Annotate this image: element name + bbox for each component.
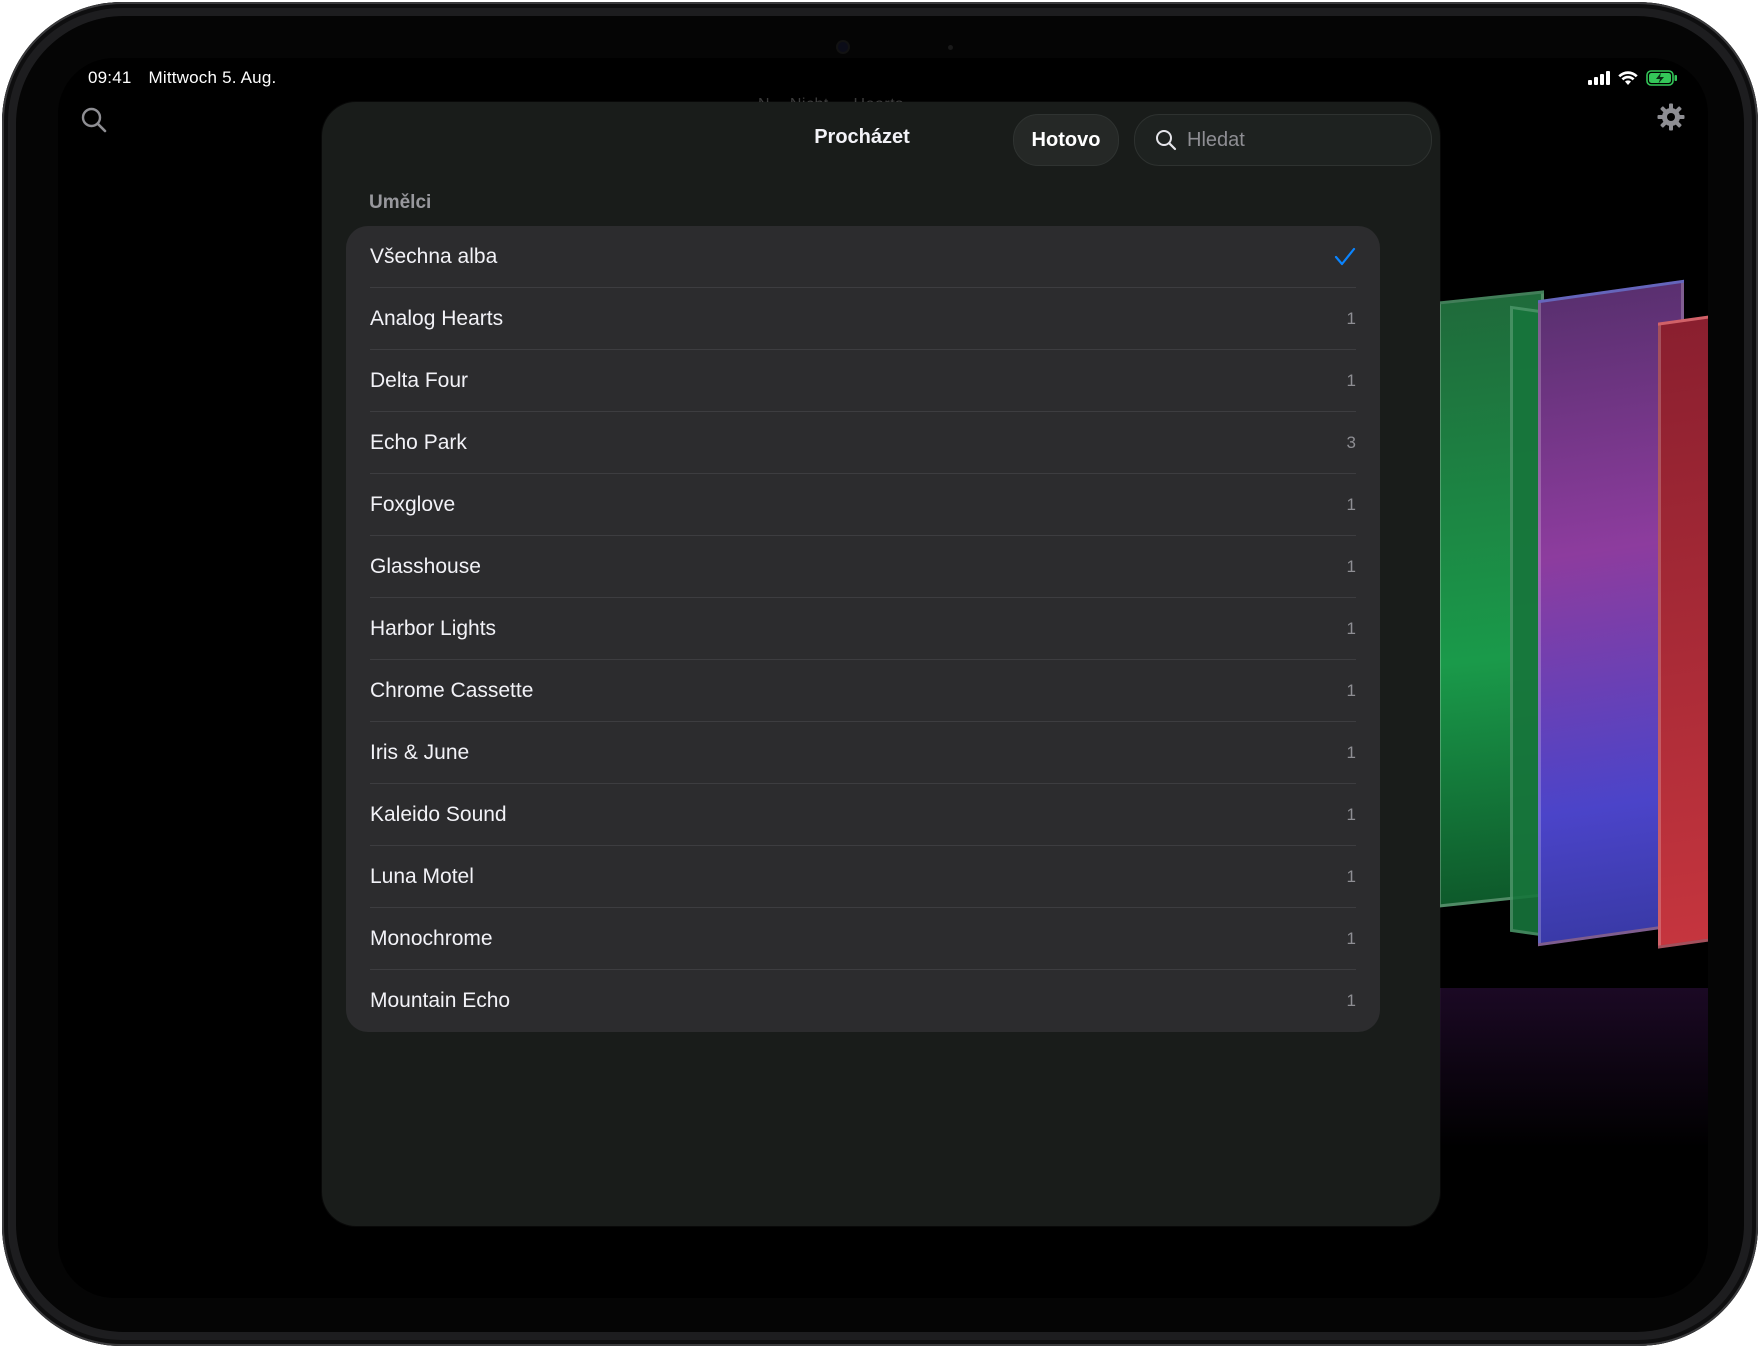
battery-charging-icon (1646, 70, 1677, 86)
album-cover-red (1658, 313, 1708, 949)
album-count: 1 (1346, 805, 1356, 824)
list-item[interactable]: Mountain Echo 1 (346, 970, 1380, 1032)
list-item[interactable]: Delta Four 1 (346, 350, 1380, 412)
artist-name: Monochrome (370, 927, 493, 950)
artist-name: Mountain Echo (370, 989, 511, 1012)
ipad-frame: 09:41 Mittwoch 5. Aug. Procházet Hotovo … (2, 2, 1758, 1346)
list-item[interactable]: Glasshouse 1 (346, 536, 1380, 598)
list-item[interactable]: Kaleido Sound 1 (346, 784, 1380, 846)
wifi-icon (1618, 70, 1638, 85)
artist-name: Luna Motel (370, 865, 474, 888)
list-item-all-albums[interactable]: Všechna alba (346, 226, 1380, 288)
magnifier-icon (1155, 129, 1177, 151)
artist-name: Kaleido Sound (370, 803, 507, 826)
checkmark-icon (1334, 247, 1356, 267)
cellular-signal-icon (1588, 71, 1610, 85)
album-count: 1 (1346, 309, 1356, 328)
list-item[interactable]: Chrome Cassette 1 (346, 660, 1380, 722)
search-input[interactable] (1185, 127, 1409, 153)
album-count: 1 (1346, 681, 1356, 700)
sensor (948, 45, 953, 50)
album-count: 1 (1346, 371, 1356, 390)
list-item[interactable]: Foxglove 1 (346, 474, 1380, 536)
artist-name: Analog Hearts (370, 307, 504, 330)
album-count: 1 (1346, 743, 1356, 762)
artist-list: Všechna alba Analog Hearts 1 Delta Four 1 Ech… (346, 226, 1380, 1032)
list-item[interactable]: Harbor Lights 1 (346, 598, 1380, 660)
list-item[interactable]: Luna Motel 1 (346, 846, 1380, 908)
list-item[interactable]: Analog Hearts 1 (346, 288, 1380, 350)
album-count: 1 (1346, 929, 1356, 948)
sheet-title: Procházet (814, 126, 910, 148)
list-item[interactable]: Monochrome 1 (346, 908, 1380, 970)
list-item[interactable]: Echo Park 3 (346, 412, 1380, 474)
done-button[interactable]: Hotovo (1013, 114, 1119, 166)
artist-name: Chrome Cassette (370, 679, 534, 702)
status-date: Mittwoch 5. Aug. (148, 68, 277, 87)
browse-sheet: Procházet Hotovo Umělci Všechna alba Anal… (322, 102, 1440, 1226)
album-count: 1 (1346, 557, 1356, 576)
artist-name: Glasshouse (370, 555, 481, 578)
list-item[interactable]: Iris & June 1 (346, 722, 1380, 784)
album-count: 3 (1346, 433, 1356, 452)
artist-name: Iris & June (370, 741, 470, 764)
album-count: 1 (1346, 495, 1356, 514)
album-reflection (1438, 988, 1708, 1148)
artist-name: Harbor Lights (370, 617, 497, 640)
album-count: 1 (1346, 991, 1356, 1010)
section-label-artists: Umělci (369, 192, 432, 213)
status-bar-left: 09:41 Mittwoch 5. Aug. (88, 68, 288, 88)
album-count: 1 (1346, 867, 1356, 886)
status-time: 09:41 (88, 68, 132, 87)
album-count: 1 (1346, 619, 1356, 638)
artist-name: Delta Four (370, 369, 469, 392)
search-field[interactable] (1134, 114, 1432, 166)
screen: 09:41 Mittwoch 5. Aug. Procházet Hotovo … (58, 58, 1708, 1298)
artist-name: Echo Park (370, 431, 467, 454)
artist-name: Foxglove (370, 493, 456, 516)
status-bar-right (1588, 70, 1678, 86)
artist-name: Všechna alba (370, 245, 498, 268)
search-icon[interactable] (80, 106, 108, 139)
gear-icon[interactable] (1656, 102, 1686, 137)
front-camera (838, 42, 848, 52)
